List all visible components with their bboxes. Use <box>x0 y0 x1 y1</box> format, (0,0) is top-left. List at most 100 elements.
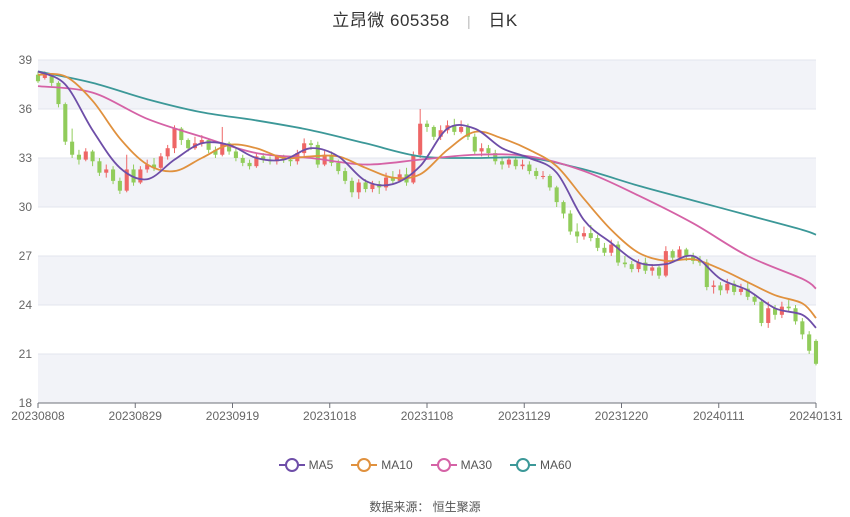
candle-body <box>786 306 791 309</box>
y-tick-label: 21 <box>19 347 33 361</box>
candle-body <box>711 285 716 288</box>
candle-body <box>172 128 177 149</box>
candle-body <box>418 123 423 155</box>
candle-body <box>725 283 730 291</box>
y-tick-label: 36 <box>19 102 33 116</box>
candle-body <box>356 182 361 193</box>
legend-ma5[interactable]: MA5 <box>278 458 334 472</box>
candle-body <box>629 264 634 270</box>
candle-body <box>479 148 484 152</box>
y-tick-label: 24 <box>19 298 33 312</box>
x-tick-label: 20231018 <box>303 409 357 423</box>
candle-body <box>595 238 600 248</box>
x-tick-label: 20240111 <box>693 409 745 423</box>
candle-body <box>165 148 170 157</box>
candle-body <box>240 158 245 163</box>
y-tick-label: 27 <box>19 249 33 263</box>
candle-body <box>718 285 723 291</box>
chart-container: { "title": {"name": "立昂微", "code": "6053… <box>0 0 850 517</box>
candle-body <box>670 251 675 258</box>
legend: MA5 MA10 MA30 MA60 <box>0 458 850 472</box>
candle-body <box>431 126 436 137</box>
candle-body <box>308 143 314 145</box>
candle-body <box>500 161 505 165</box>
candlestick-chart: 18 21 24 27 30 33 36 39 20230808 20230829 2023091… <box>11 53 843 423</box>
candle-body <box>561 202 566 214</box>
candle-body <box>602 247 607 253</box>
candle-body <box>111 169 116 181</box>
x-tick-label: 20231220 <box>595 409 649 423</box>
candle-body <box>534 171 539 176</box>
candle-body <box>336 162 341 172</box>
y-tick-label: 18 <box>19 396 33 410</box>
candle-body <box>656 267 662 276</box>
candle-body <box>738 288 743 292</box>
legend-ma60[interactable]: MA60 <box>510 458 571 472</box>
legend-ma30[interactable]: MA30 <box>430 458 493 472</box>
candle-body <box>90 151 95 162</box>
candle-body <box>568 213 573 232</box>
candle-body <box>527 164 532 172</box>
candle-body <box>117 180 122 191</box>
candle-body <box>807 334 812 351</box>
x-tick-label: 20230808 <box>11 409 65 423</box>
candles-group <box>35 71 819 366</box>
candle-body <box>83 151 88 160</box>
candle-body <box>677 249 682 258</box>
candle-body <box>349 180 354 193</box>
candle-body <box>138 169 143 183</box>
candle-body <box>411 154 416 183</box>
candle-body <box>813 340 819 364</box>
candle-body <box>575 231 580 237</box>
x-tick-label: 20240131 <box>789 409 843 423</box>
candle-body <box>581 233 587 237</box>
legend-ma30-icon <box>430 458 457 472</box>
background-bands <box>38 60 816 403</box>
candle-body <box>186 140 191 149</box>
x-tick-label: 20231129 <box>498 409 551 423</box>
legend-ma5-icon <box>278 458 305 472</box>
candle-body <box>97 161 102 173</box>
candle-body <box>70 141 75 155</box>
candle-body <box>793 308 798 322</box>
legend-ma60-icon <box>510 458 537 472</box>
grid-lines <box>38 59 816 404</box>
candle-body <box>363 182 368 190</box>
grid-band <box>38 256 816 305</box>
legend-ma10-icon <box>351 458 378 472</box>
legend-ma10[interactable]: MA10 <box>351 458 413 472</box>
y-tick-label: 33 <box>19 151 33 165</box>
candle-body <box>158 156 163 168</box>
legend-ma30-label: MA30 <box>460 458 493 472</box>
candle-body <box>56 82 61 105</box>
x-tick-label: 20230829 <box>109 409 163 423</box>
data-source: 数据来源： 恒生聚源 <box>369 500 481 514</box>
candle-body <box>513 159 518 167</box>
legend-ma60-label: MA60 <box>540 458 572 472</box>
candle-body <box>650 267 655 271</box>
grid-band <box>38 354 816 403</box>
candle-body <box>752 296 757 302</box>
candle-body <box>800 321 805 335</box>
candle-body <box>459 126 464 132</box>
legend-ma10-label: MA10 <box>381 458 413 472</box>
x-axis: 20230808 20230829 20230919 20231018 20231108… <box>11 402 843 423</box>
legend-ma5-label: MA5 <box>308 458 334 472</box>
y-tick-label: 39 <box>19 53 33 67</box>
candle-body <box>622 262 627 265</box>
candle-body <box>766 308 771 323</box>
candle-body <box>104 169 109 173</box>
candle-body <box>424 123 430 127</box>
candle-body <box>684 249 689 256</box>
y-axis: 18 21 24 27 30 33 36 39 <box>19 53 33 410</box>
candle-body <box>540 175 546 177</box>
candle-body <box>486 148 491 154</box>
candle-body <box>588 233 593 239</box>
candle-body <box>520 164 525 167</box>
x-tick-label: 20231108 <box>401 409 454 423</box>
candle-body <box>343 171 348 181</box>
candle-body <box>506 159 511 165</box>
candle-body <box>288 159 293 162</box>
candle-body <box>76 154 81 160</box>
candle-body <box>63 104 68 142</box>
